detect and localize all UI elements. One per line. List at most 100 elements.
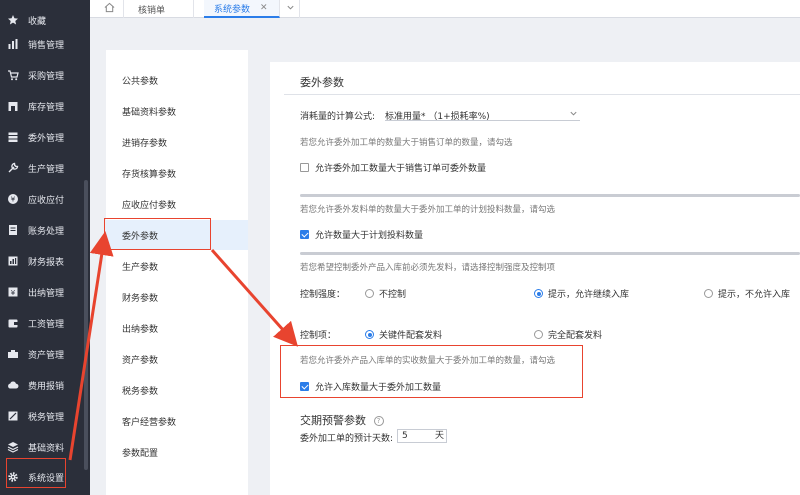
- svg-text:¥: ¥: [11, 289, 16, 297]
- annotation-box-outsourcing-params: [104, 218, 211, 250]
- bar-chart-icon: [6, 37, 20, 51]
- radio-label: 提示，不允许入库: [718, 290, 791, 300]
- nav-item-label: 费用报销: [28, 381, 65, 392]
- nav-scrollbar[interactable]: [84, 180, 88, 470]
- hint-issue-qty: 若您允许委外发料单的数量大于委外加工单的计划投料数量，请勾选: [300, 205, 556, 215]
- nav-item-label: 采购管理: [28, 71, 65, 82]
- tab-bar: 核销单 系统参数 ✕: [90, 0, 800, 18]
- tab-home[interactable]: [96, 0, 124, 18]
- radio-no-control[interactable]: 不控制: [365, 287, 406, 300]
- lead-time-warning-title: 交期预警参数 ?: [300, 412, 384, 428]
- days-unit: 天: [434, 431, 444, 441]
- radio-label: 不控制: [379, 290, 407, 300]
- formula-label: 消耗量的计算公式:: [300, 112, 376, 122]
- checkbox-exceed-plan-qty[interactable]: [300, 230, 309, 239]
- settings-category-list: 公共参数 基础资料参数 进销存参数 存货核算参数 应收应付参数 委外参数 生产参数 财务参数出…: [106, 50, 248, 495]
- nav-item[interactable]: 采购管理: [0, 63, 90, 87]
- category-item[interactable]: 公共参数: [106, 65, 248, 95]
- nav-item[interactable]: 委外管理: [0, 125, 90, 149]
- nav-item[interactable]: 税务管理: [0, 404, 90, 428]
- outsourcing-params-panel: 委外参数 消耗量的计算公式: 标准用量* （1+损耗率%) 若您允许委外加工单的…: [270, 62, 800, 495]
- section-title: 委外参数: [300, 76, 344, 89]
- category-item[interactable]: 基础资料参数: [106, 96, 248, 126]
- nav-item[interactable]: 财务报表: [0, 249, 90, 273]
- category-item[interactable]: 资产参数: [106, 344, 248, 374]
- help-icon[interactable]: ?: [373, 416, 384, 426]
- category-item[interactable]: 生产参数: [106, 251, 248, 281]
- radio-warn-deny[interactable]: 提示，不允许入库: [704, 287, 790, 300]
- radio-button[interactable]: [365, 289, 374, 298]
- chevron-down-icon: [286, 3, 295, 15]
- cashier-icon: ¥: [6, 285, 20, 299]
- radio-button[interactable]: [534, 330, 543, 339]
- nav-item[interactable]: 基础资料: [0, 435, 90, 459]
- category-item[interactable]: 参数配置: [106, 437, 248, 467]
- nav-item-label: 账务处理: [28, 226, 65, 237]
- radio-button[interactable]: [534, 289, 543, 298]
- tab-writeoff[interactable]: 核销单: [128, 0, 194, 18]
- checkbox-label: 允许委外加工数量大于销售订单可委外数量: [315, 164, 487, 174]
- category-item[interactable]: 出纳参数: [106, 313, 248, 343]
- chevron-down-icon: [569, 109, 578, 121]
- formula-select[interactable]: 标准用量* （1+损耗率%): [385, 109, 580, 122]
- radio-button[interactable]: [704, 289, 713, 298]
- option-exceed-sales-order[interactable]: 允许委外加工数量大于销售订单可委外数量: [300, 161, 486, 174]
- tab-label: 核销单: [138, 5, 166, 16]
- radio-key-parts[interactable]: 关键件配套发料: [365, 328, 442, 341]
- tab-system-params[interactable]: 系统参数 ✕: [204, 0, 280, 18]
- category-item[interactable]: 应收应付参数: [106, 189, 248, 219]
- ledger-icon: [6, 223, 20, 237]
- nav-item-label: 收藏: [28, 16, 47, 27]
- nav-item[interactable]: ¥ 应收应付: [0, 187, 90, 211]
- nav-item[interactable]: 账务处理: [0, 218, 90, 242]
- report-icon: [6, 254, 20, 268]
- expected-days-value: 5: [402, 431, 408, 441]
- category-item[interactable]: 财务参数: [106, 282, 248, 312]
- nav-item[interactable]: 工资管理: [0, 311, 90, 335]
- nav-item[interactable]: 库存管理: [0, 94, 90, 118]
- warning-title-text: 交期预警参数: [300, 414, 366, 427]
- nav-item[interactable]: 销售管理: [0, 32, 90, 56]
- category-item[interactable]: 客户经营参数: [106, 406, 248, 436]
- expected-days-input[interactable]: 5 天: [397, 429, 447, 443]
- annotation-box-system-settings: [6, 458, 66, 488]
- nav-item[interactable]: 费用报销: [0, 373, 90, 397]
- strength-label: 控制强度：: [300, 290, 346, 300]
- stack-icon: [6, 130, 20, 144]
- nav-item-label: 应收应付: [28, 195, 65, 206]
- nav-item[interactable]: ¥ 出纳管理: [0, 280, 90, 304]
- checkbox-label: 允许数量大于计划投料数量: [315, 231, 424, 241]
- close-icon[interactable]: ✕: [260, 3, 268, 13]
- nav-item[interactable]: 生产管理: [0, 156, 90, 180]
- main-nav: 收藏销售管理采购管理库存管理委外管理生产管理 ¥ 应收应付账务处理财务报表 ¥ 出纳管理…: [0, 0, 90, 495]
- checkbox-exceed-sales-order[interactable]: [300, 163, 309, 172]
- tab-more-dropdown[interactable]: [282, 0, 300, 18]
- tax-icon: [6, 409, 20, 423]
- radio-label: 提示，允许继续入库: [548, 290, 630, 300]
- radio-label: 完全配套发料: [548, 331, 603, 341]
- radio-full-kit[interactable]: 完全配套发料: [534, 328, 602, 341]
- hint-sales-order: 若您允许委外加工单的数量大于销售订单的数量，请勾选: [300, 138, 513, 148]
- category-item[interactable]: 税务参数: [106, 375, 248, 405]
- category-item[interactable]: 进销存参数: [106, 127, 248, 157]
- nav-item-label: 库存管理: [28, 102, 65, 113]
- nav-item[interactable]: 收藏: [0, 8, 90, 32]
- scroll-divider: [300, 194, 800, 197]
- nav-item-label: 销售管理: [28, 40, 65, 51]
- nav-item-label: 税务管理: [28, 412, 65, 423]
- nav-item-label: 生产管理: [28, 164, 65, 175]
- svg-text:¥: ¥: [11, 196, 16, 204]
- scroll-divider: [300, 252, 800, 255]
- tab-label: 系统参数: [214, 4, 251, 15]
- radio-label: 关键件配套发料: [379, 331, 443, 341]
- radio-warn-allow[interactable]: 提示，允许继续入库: [534, 287, 629, 300]
- nav-item[interactable]: 资产管理: [0, 342, 90, 366]
- radio-button[interactable]: [365, 330, 374, 339]
- category-item[interactable]: 存货核算参数: [106, 158, 248, 188]
- cart-icon: [6, 68, 20, 82]
- hint-issue-before-receipt: 若您希望控制委外产品入库前必须先发料，请选择控制强度及控制项: [300, 263, 556, 273]
- home-icon: [104, 2, 115, 16]
- control-item-label: 控制项：: [300, 331, 337, 341]
- option-exceed-plan-qty[interactable]: 允许数量大于计划投料数量: [300, 228, 423, 241]
- asset-icon: [6, 347, 20, 361]
